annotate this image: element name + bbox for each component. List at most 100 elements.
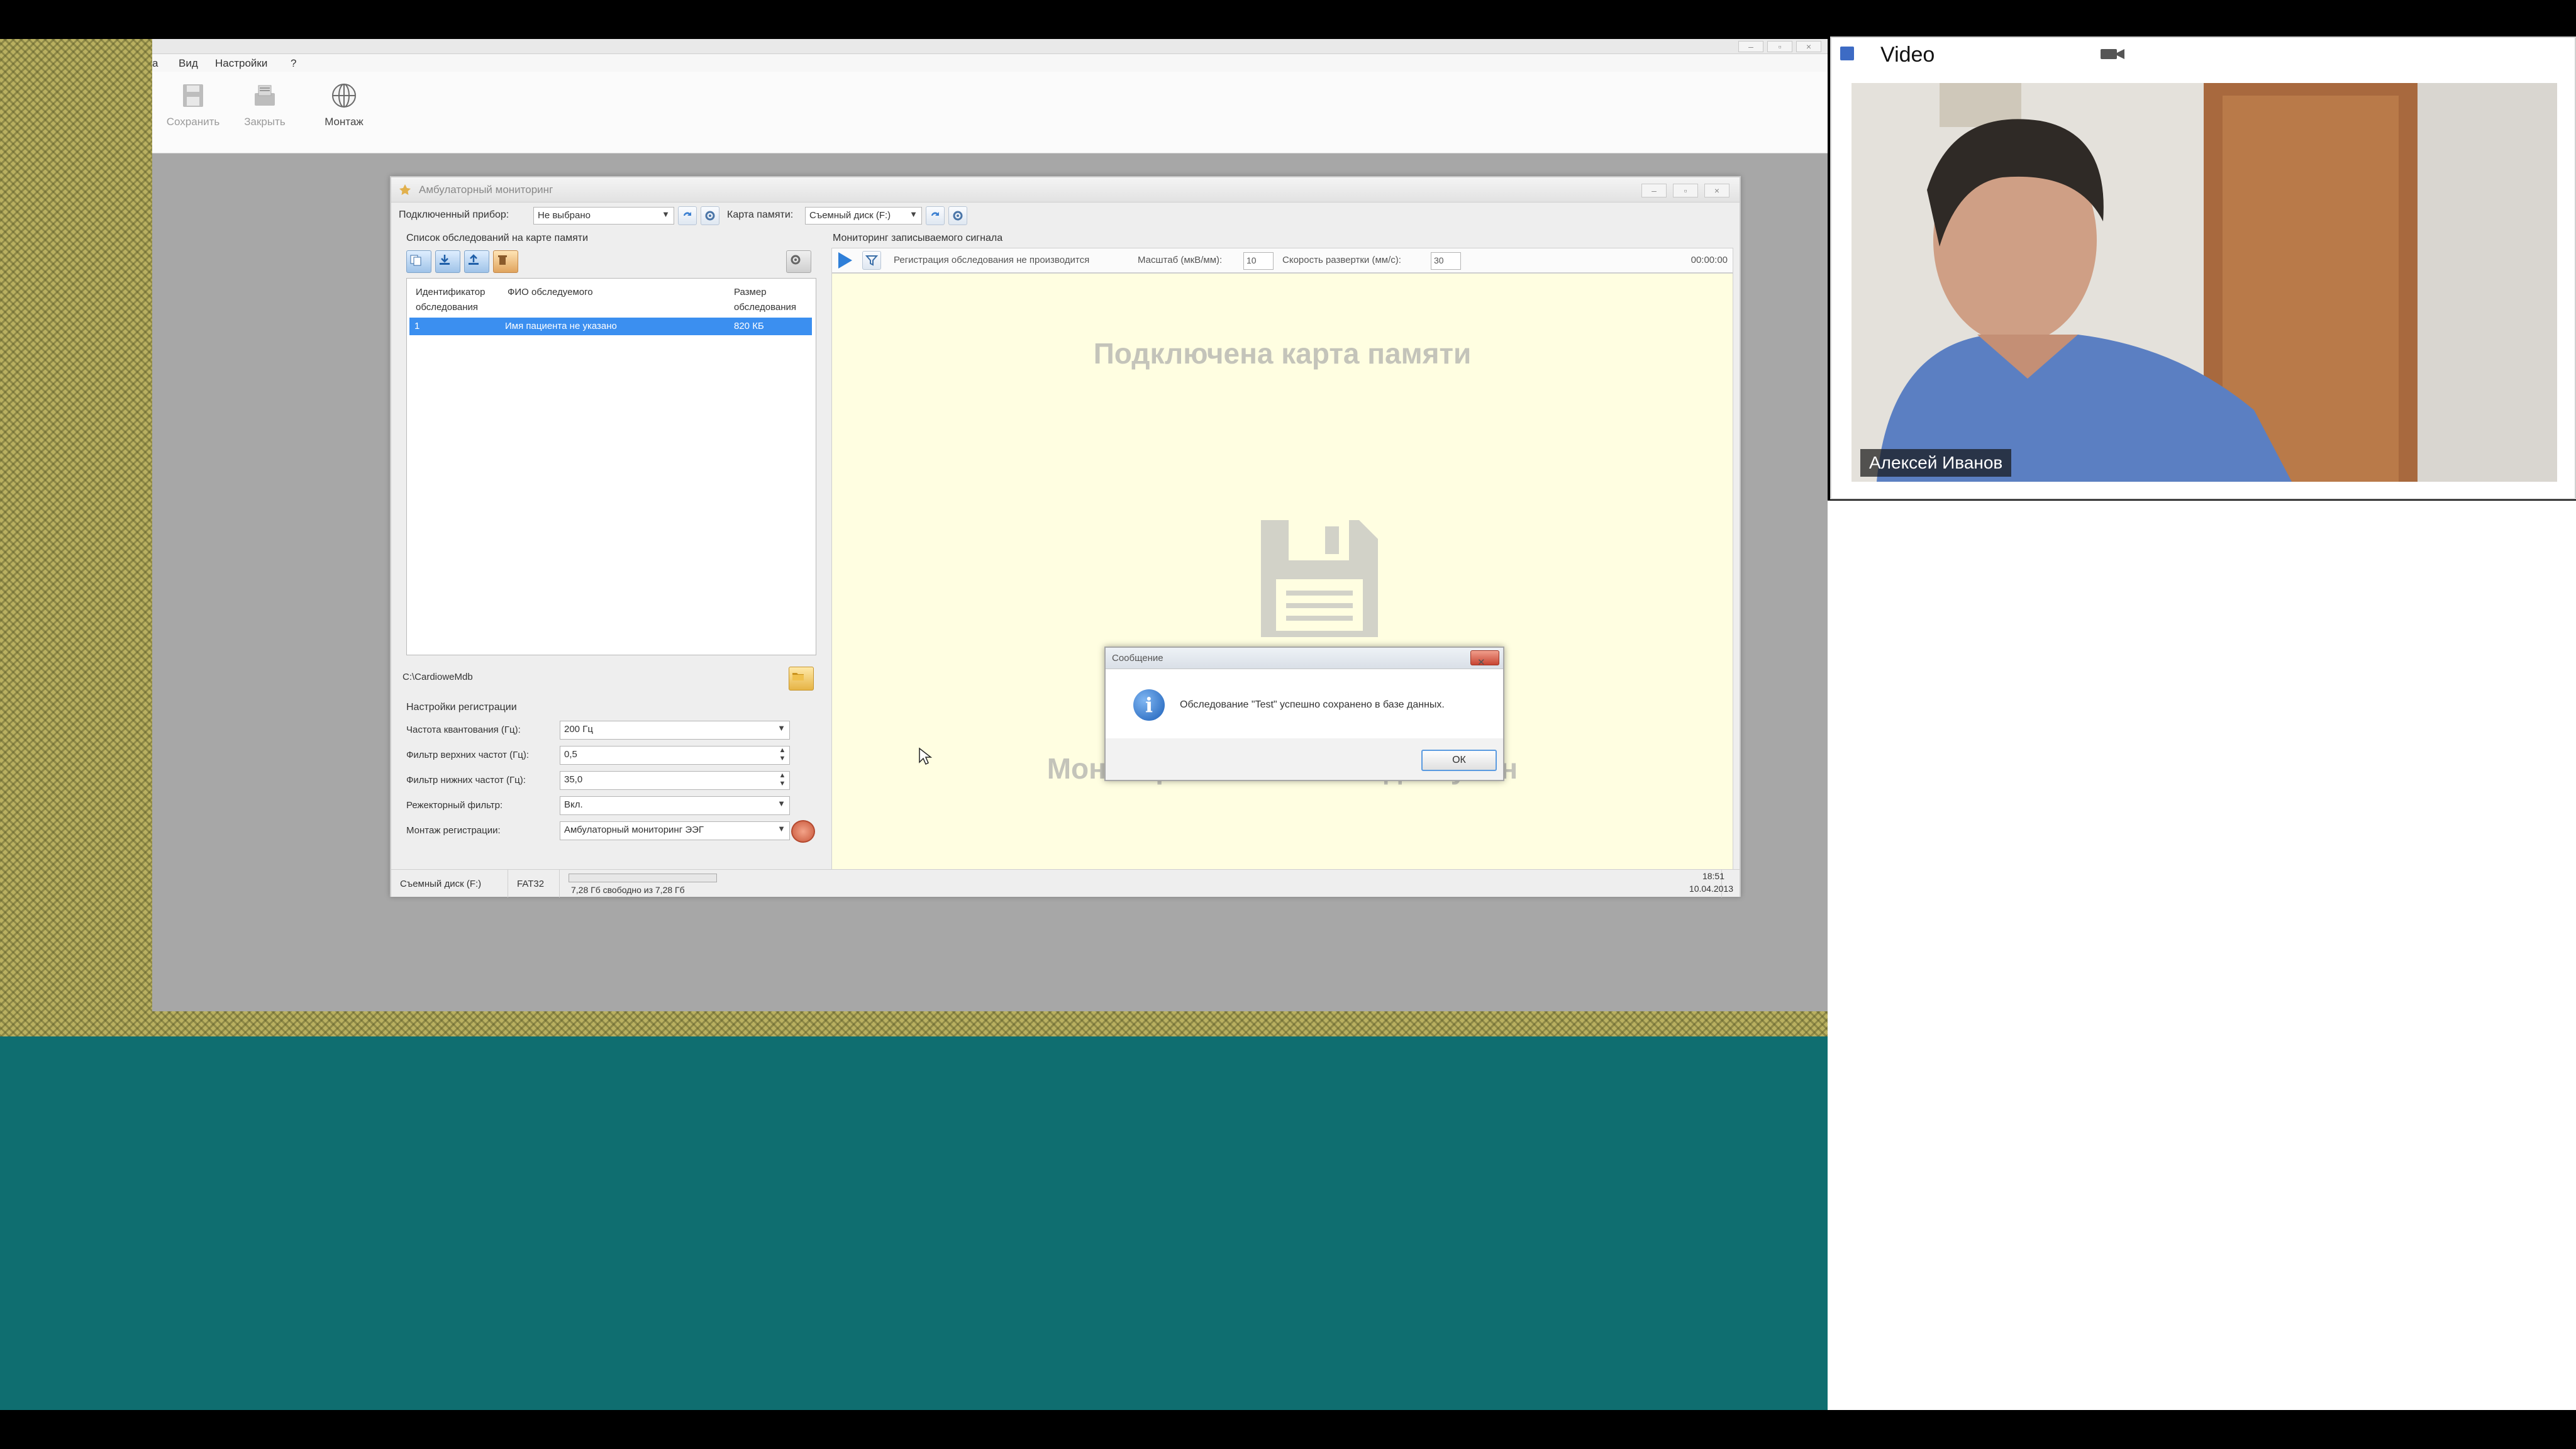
host-menubar: a Вид Настройки ? [152,54,1828,72]
save-label: Сохранить [166,116,220,128]
participant-name: Алексей Иванов [1860,449,2012,477]
play-icon[interactable] [838,252,852,269]
save-button[interactable]: Сохранить [158,78,228,147]
exam-list-panel: Список обследований на карте памяти Иден… [401,233,816,879]
list-settings-button[interactable] [786,250,811,273]
highpass-spinner[interactable]: ▲ ▼ [775,747,790,764]
speed-label: Скорость развертки (мм/с): [1282,255,1401,265]
browse-database-button[interactable] [789,667,814,691]
scale-label: Масштаб (мкВ/мм): [1138,255,1223,265]
screen-share-area: – ▫ × a Вид Настройки ? Сохранить Закрыт… [0,39,1828,1410]
status-bar: Съемный диск (F:) FAT32 7,28 Гб свободно… [391,869,1740,897]
participant-video[interactable]: Алексей Иванов [1852,83,2557,482]
app-logo-icon [399,184,411,195]
host-titlebar: – ▫ × [152,39,1828,54]
host-window-controls: – ▫ × [1738,41,1821,52]
signal-area: Подключена карта памяти Мониторинг сигна… [831,273,1733,879]
close-doc-icon [255,85,275,106]
export-exam-button[interactable] [464,250,489,273]
card-connected-text: Подключена карта памяти [1093,337,1472,370]
menu-item[interactable]: a [152,57,158,70]
card-settings-button[interactable] [948,206,967,225]
device-select-value: Не выбрано [538,210,591,221]
copy-icon [410,255,421,266]
menu-item-help[interactable]: ? [291,57,296,70]
trash-icon [498,255,507,265]
status-spacer [726,870,1722,897]
montage-label: Монтаж регистрации: [406,825,501,836]
filter-icon [865,255,879,266]
montage-value: Амбулаторный мониторинг ЭЭГ [564,824,704,835]
close-icon: ✕ [1477,657,1485,668]
montage-label: Монтаж [325,116,364,128]
device-settings-button[interactable] [701,206,719,225]
refresh-icon [931,212,939,216]
status-free-space: 7,28 Гб свободно из 7,28 Гб [571,885,685,895]
refresh-card-button[interactable] [926,206,945,225]
status-time: 18:51 [1702,871,1724,881]
sampling-rate-select[interactable]: 200 Гц ▼ [560,721,790,740]
ok-button[interactable]: ОК [1421,750,1497,771]
table-row[interactable]: 1 Имя пациента не указано 820 КБ [409,318,812,335]
highpass-value: 0,5 [564,749,577,760]
row-name: Имя пациента не указано [505,321,617,331]
filter-button[interactable] [862,251,881,270]
column-header-id[interactable]: Идентификатор обследования [416,285,504,315]
lowpass-row: Фильтр нижних частот (Гц): 35,0 ▲ ▼ [406,771,815,790]
card-label: Карта памяти: [727,209,794,220]
scale-input[interactable]: 10 [1243,252,1274,270]
dialog-message: Обследование "Test" успешно сохранено в … [1180,699,1445,710]
notch-row: Режекторный фильтр: Вкл. ▼ [406,796,815,815]
montage-button[interactable]: Монтаж [309,78,379,147]
empty-panel [1828,501,2576,1410]
close-doc-label: Закрыть [244,116,286,128]
close-doc-button[interactable]: Закрыть [230,78,299,147]
device-select[interactable]: Не выбрано ▼ [533,207,674,225]
gear-icon [953,211,963,221]
app-titlebar: Амбулаторный мониторинг – ▫ × [391,177,1740,203]
close-button[interactable]: × [1796,41,1821,52]
notch-select[interactable]: Вкл. ▼ [560,796,790,815]
menu-item-view[interactable]: Вид [179,57,198,70]
registration-settings: Настройки регистрации Частота квантовани… [401,702,816,879]
refresh-device-button[interactable] [678,206,697,225]
sampling-rate-value: 200 Гц [564,724,593,735]
highpass-label: Фильтр верхних частот (Гц): [406,750,529,760]
montage-select[interactable]: Амбулаторный мониторинг ЭЭГ ▼ [560,821,790,840]
folder-icon [792,673,804,680]
copy-exam-button[interactable] [406,250,431,273]
app-close-button[interactable]: × [1704,184,1729,197]
chevron-down-icon: ▼ [777,824,786,833]
video-panel: Video Алексей Иванов [1830,36,2576,499]
app-maximize-button[interactable]: ▫ [1673,184,1698,197]
lowpass-label: Фильтр нижних частот (Гц): [406,775,526,786]
camera-icon[interactable] [2099,47,2126,62]
chevron-down-icon: ▼ [909,209,918,219]
speed-input[interactable]: 30 [1431,252,1461,270]
notch-label: Режекторный фильтр: [406,800,503,811]
app-minimize-button[interactable]: – [1641,184,1667,197]
lowpass-value: 35,0 [564,774,583,785]
status-date: 10.04.2013 [1689,884,1733,894]
import-icon [440,255,450,265]
save-icon [183,84,203,107]
delete-exam-button[interactable] [493,250,518,273]
montage-edit-button[interactable] [791,820,815,843]
dialog-close-button[interactable]: ✕ [1470,650,1499,668]
maximize-button[interactable]: ▫ [1767,41,1792,52]
video-title: Video [1880,43,1935,67]
import-exam-button[interactable] [435,250,460,273]
memory-card-select[interactable]: Съемный диск (F:) ▼ [805,207,922,225]
lowpass-spinner[interactable]: ▲ ▼ [775,772,790,789]
column-header-size[interactable]: Размер обследования [734,285,816,315]
highpass-input[interactable]: 0,5 [560,746,790,765]
speed-value: 30 [1434,255,1444,265]
dialog-titlebar: Сообщение ✕ [1106,648,1503,669]
minimize-button[interactable]: – [1738,41,1763,52]
column-header-name[interactable]: ФИО обследуемого [508,285,596,300]
monitoring-title: Мониторинг записываемого сигнала [833,233,1003,243]
highpass-row: Фильтр верхних частот (Гц): 0,5 ▲ ▼ [406,746,815,765]
lowpass-input[interactable]: 35,0 [560,771,790,790]
refresh-icon [684,212,691,216]
menu-item-settings[interactable]: Настройки [215,57,267,70]
